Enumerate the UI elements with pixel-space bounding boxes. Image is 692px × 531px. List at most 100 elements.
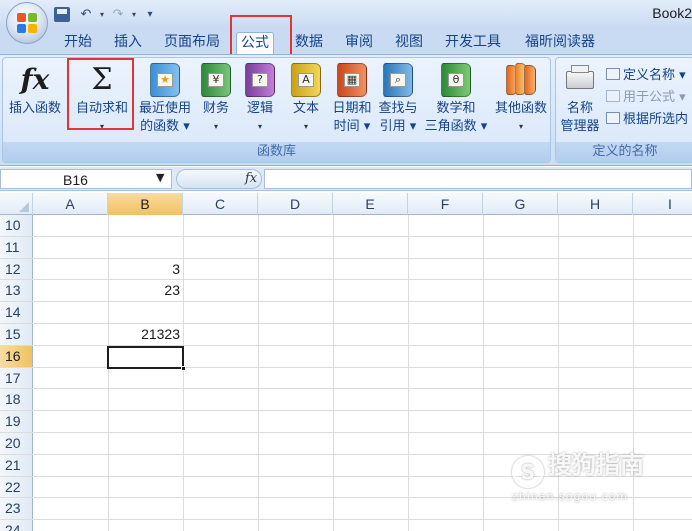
- recently-used-button[interactable]: ★ 最近使用 的函数 ▾: [135, 58, 195, 144]
- name-box[interactable]: B16 ▼: [0, 169, 172, 189]
- autosum-highlight: [67, 58, 134, 130]
- fx-icon: fx: [20, 63, 50, 96]
- office-button[interactable]: [6, 2, 48, 44]
- column-header-d[interactable]: D: [258, 193, 333, 215]
- define-name-icon: [606, 68, 620, 80]
- formula-bar-buttons: fx: [176, 169, 262, 189]
- office-logo-icon: [17, 13, 38, 34]
- row-header[interactable]: 21: [0, 454, 33, 476]
- cell-b21[interactable]: [108, 455, 183, 476]
- tab-home[interactable]: 开始: [60, 32, 96, 54]
- table-row: 24: [0, 520, 692, 531]
- cell-b12[interactable]: 3: [108, 259, 183, 280]
- lookup-reference-button[interactable]: ⌕ 查找与 引用 ▾: [376, 58, 420, 144]
- column-header-h[interactable]: H: [558, 193, 633, 215]
- tab-page-layout[interactable]: 页面布局: [160, 32, 224, 54]
- row-header[interactable]: 14: [0, 302, 33, 323]
- table-row: 15 21323: [0, 324, 692, 346]
- column-header-a[interactable]: A: [33, 193, 108, 215]
- redo-button[interactable]: ↷: [108, 5, 128, 23]
- column-header-e[interactable]: E: [333, 193, 408, 215]
- cell-b24[interactable]: [108, 520, 183, 531]
- tab-foxit-reader[interactable]: 福昕阅读器: [521, 32, 599, 54]
- undo-icon: ↶: [80, 6, 92, 22]
- cell-b14[interactable]: [108, 302, 183, 323]
- table-row: 16: [0, 345, 692, 368]
- customize-qat-button[interactable]: ▾: [140, 5, 160, 23]
- logical-button[interactable]: ? 逻辑 ▾: [240, 58, 280, 144]
- cell-b13[interactable]: 23: [108, 280, 183, 301]
- select-all-corner[interactable]: [0, 193, 33, 215]
- math-trig-button[interactable]: θ 数学和 三角函数 ▾: [422, 58, 490, 144]
- cell-b18[interactable]: [108, 389, 183, 410]
- formula-input[interactable]: [264, 169, 692, 189]
- column-headers: A B C D E F G H I: [0, 193, 692, 215]
- table-row: 19: [0, 411, 692, 433]
- tab-review[interactable]: 审阅: [341, 32, 377, 54]
- row-header[interactable]: 24: [0, 520, 33, 531]
- book-finance-icon: ¥: [201, 63, 231, 97]
- row-header[interactable]: 13: [0, 280, 33, 302]
- title-bar: ↶ ▾ ↷ ▾ ▾ Book2: [0, 0, 692, 28]
- tab-view[interactable]: 视图: [391, 32, 427, 54]
- cell-b19[interactable]: [108, 411, 183, 432]
- redo-dropdown-icon[interactable]: ▾: [132, 10, 136, 19]
- column-header-i[interactable]: I: [633, 193, 692, 215]
- row-header[interactable]: 16: [0, 345, 33, 367]
- tab-data[interactable]: 数据: [291, 32, 327, 54]
- use-in-formula-button[interactable]: 用于公式 ▾: [606, 86, 686, 105]
- table-row: 14: [0, 302, 692, 324]
- row-header[interactable]: 15: [0, 324, 33, 345]
- function-library-label: 函数库: [3, 142, 550, 162]
- cell-b11[interactable]: [108, 237, 183, 258]
- cell-b22[interactable]: [108, 477, 183, 498]
- redo-icon: ↷: [112, 6, 124, 22]
- table-row: 13 23: [0, 280, 692, 303]
- cell-b20[interactable]: [108, 433, 183, 454]
- fill-handle[interactable]: [181, 366, 186, 371]
- insert-function-fx-icon[interactable]: fx: [245, 171, 257, 186]
- cell-b10[interactable]: [108, 215, 183, 236]
- book-star-icon: ★: [150, 63, 180, 97]
- column-header-f[interactable]: F: [408, 193, 483, 215]
- cell-b23[interactable]: [108, 498, 183, 519]
- tab-developer[interactable]: 开发工具: [441, 32, 505, 54]
- row-header[interactable]: 20: [0, 433, 33, 454]
- cell-b17[interactable]: [108, 368, 183, 389]
- column-header-b[interactable]: B: [108, 193, 183, 215]
- define-name-button[interactable]: 定义名称 ▾: [606, 64, 686, 83]
- save-button[interactable]: [52, 5, 72, 23]
- text-button[interactable]: A 文本 ▾: [286, 58, 326, 144]
- book-math-icon: θ: [441, 63, 471, 97]
- undo-button[interactable]: ↶: [76, 5, 96, 23]
- column-header-g[interactable]: G: [483, 193, 558, 215]
- cell-b15[interactable]: 21323: [108, 324, 183, 345]
- active-cell-b16[interactable]: [107, 346, 186, 371]
- table-row: 10: [0, 215, 692, 237]
- formula-bar: B16 ▼ fx: [0, 167, 692, 191]
- more-functions-button[interactable]: 其他函数 ▾: [492, 58, 550, 144]
- financial-button[interactable]: ¥ 财务 ▾: [196, 58, 236, 144]
- create-from-selection-button[interactable]: 根据所选内: [606, 108, 688, 127]
- table-row: 18: [0, 389, 692, 412]
- row-header[interactable]: 19: [0, 411, 33, 432]
- row-header[interactable]: 11: [0, 236, 33, 258]
- insert-function-button[interactable]: fx 插入函数: [3, 58, 67, 144]
- row-header[interactable]: 22: [0, 476, 33, 498]
- column-header-c[interactable]: C: [183, 193, 258, 215]
- row-header[interactable]: 10: [0, 215, 33, 236]
- row-header[interactable]: 12: [0, 258, 33, 280]
- book-date-icon: ▦: [337, 63, 367, 97]
- window-title: Book2: [652, 5, 692, 21]
- undo-dropdown-icon[interactable]: ▾: [100, 10, 104, 19]
- formulas-tab-highlight: [230, 15, 292, 58]
- date-time-button[interactable]: ▦ 日期和 时间 ▾: [330, 58, 374, 144]
- tab-insert[interactable]: 插入: [110, 32, 146, 54]
- row-header[interactable]: 23: [0, 498, 33, 520]
- name-box-dropdown-icon[interactable]: ▼: [156, 171, 164, 184]
- row-header[interactable]: 17: [0, 367, 33, 389]
- name-manager-button[interactable]: 名称 管理器: [556, 58, 604, 144]
- table-row: 12 3: [0, 258, 692, 281]
- book-logic-icon: ?: [245, 63, 275, 97]
- row-header[interactable]: 18: [0, 389, 33, 411]
